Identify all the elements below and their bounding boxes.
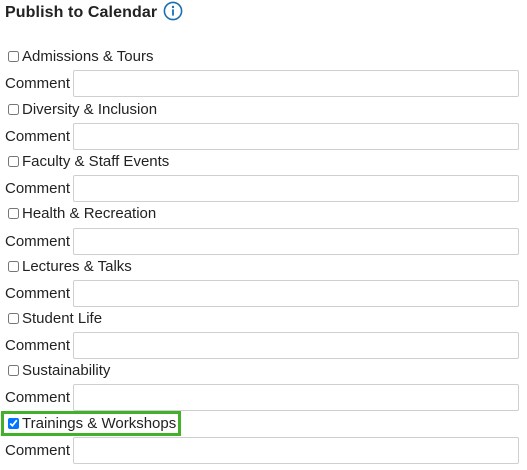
page-title: Publish to Calendar [5, 4, 158, 21]
comment-input-faculty-staff-events[interactable] [73, 175, 519, 202]
calendar-checkbox[interactable] [8, 103, 19, 115]
info-circle-icon[interactable] [163, 1, 183, 21]
comment-input-health-recreation[interactable] [73, 228, 519, 255]
calendar-option-student-life[interactable]: Student Life [5, 309, 102, 327]
calendar-option-trainings-workshops[interactable]: Trainings & Workshops [5, 414, 176, 432]
calendar-checkbox[interactable] [8, 50, 19, 62]
calendar-checkbox[interactable] [8, 417, 19, 429]
calendar-option-lectures-talks[interactable]: Lectures & Talks [5, 257, 132, 275]
comment-label: Comment [5, 75, 71, 92]
comment-input-student-life[interactable] [73, 332, 519, 359]
comment-label: Comment [5, 233, 71, 250]
calendar-checkbox[interactable] [8, 312, 19, 324]
comment-input-admissions-tours[interactable] [73, 70, 519, 97]
comment-label: Comment [5, 180, 71, 197]
comment-label: Comment [5, 128, 71, 145]
comment-label: Comment [5, 389, 71, 406]
calendar-option-admissions-tours[interactable]: Admissions & Tours [5, 47, 153, 65]
calendar-label: Diversity & Inclusion [22, 100, 158, 118]
calendar-option-faculty-staff-events[interactable]: Faculty & Staff Events [5, 152, 169, 170]
calendar-option-health-recreation[interactable]: Health & Recreation [5, 204, 156, 222]
calendar-label: Student Life [22, 309, 103, 327]
comment-input-sustainability[interactable] [73, 384, 519, 411]
calendar-label: Faculty & Staff Events [22, 152, 170, 170]
calendar-option-diversity-inclusion[interactable]: Diversity & Inclusion [5, 100, 157, 118]
calendar-checkbox[interactable] [8, 260, 19, 272]
comment-input-trainings-workshops[interactable] [73, 437, 519, 464]
comment-input-diversity-inclusion[interactable] [73, 123, 519, 150]
calendar-checkbox[interactable] [8, 155, 19, 167]
calendar-label: Sustainability [22, 361, 111, 379]
calendar-label: Lectures & Talks [22, 257, 132, 275]
calendar-option-sustainability[interactable]: Sustainability [5, 361, 110, 379]
calendar-checkbox[interactable] [8, 364, 19, 376]
comment-label: Comment [5, 285, 71, 302]
comment-label: Comment [5, 442, 71, 459]
calendar-label: Trainings & Workshops [22, 414, 177, 432]
publish-header: Publish to Calendar [5, 4, 157, 22]
comment-label: Comment [5, 337, 71, 354]
calendar-label: Admissions & Tours [22, 47, 154, 65]
comment-input-lectures-talks[interactable] [73, 280, 519, 307]
calendar-checkbox[interactable] [8, 207, 19, 219]
calendar-label: Health & Recreation [22, 204, 157, 222]
